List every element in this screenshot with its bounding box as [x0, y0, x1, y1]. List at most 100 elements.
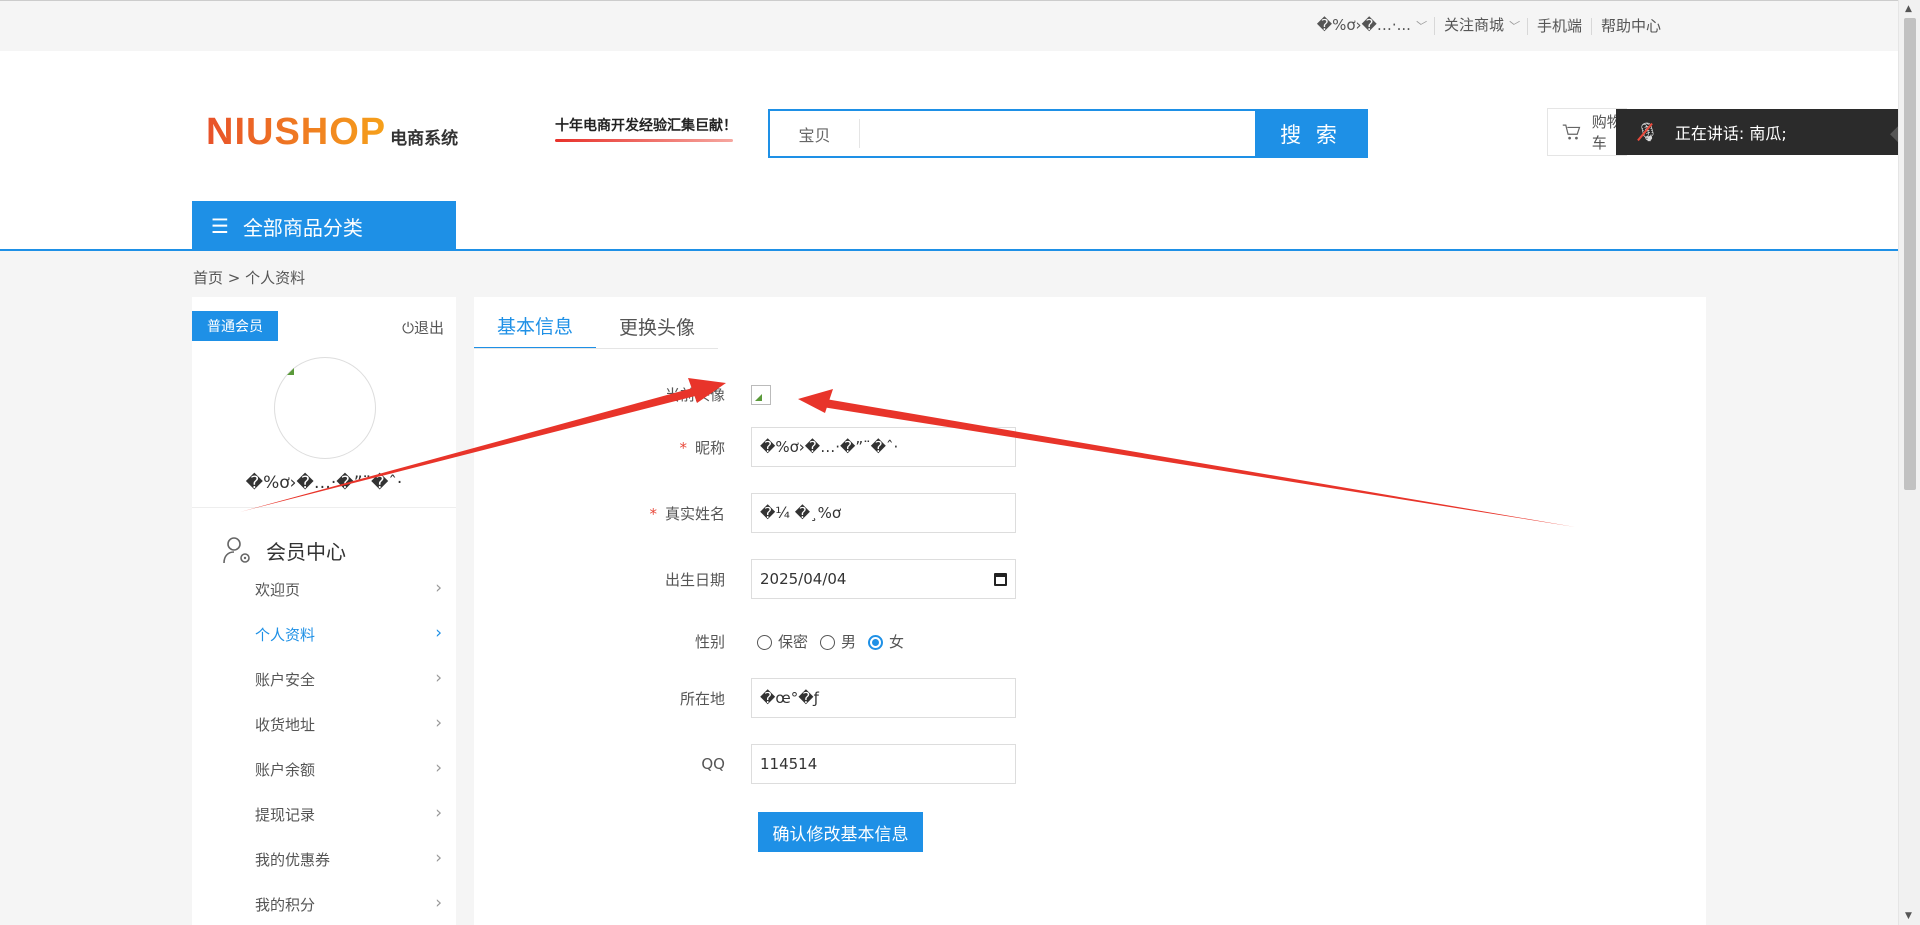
chevron-right-icon: ›	[435, 623, 442, 643]
site-logo[interactable]: NIUSHOP 电商系统	[206, 111, 458, 154]
gender-label: 性别	[694, 633, 725, 651]
sidebar-item-withdrawals[interactable]: 提现记录 ›	[192, 792, 456, 837]
scroll-down-icon[interactable]: ▼	[1905, 911, 1912, 921]
avatar-label: 当前头像	[664, 386, 725, 404]
nickname-label-text: 昵称	[694, 438, 725, 457]
birthday-value: 2025/04/04	[760, 570, 847, 588]
mobile-link[interactable]: 手机端	[1526, 17, 1591, 35]
birthday-row: 出生日期 2025/04/04	[474, 559, 1016, 599]
help-center-link[interactable]: 帮助中心	[1590, 17, 1670, 35]
chevron-right-icon: ›	[435, 893, 442, 913]
save-basic-info-button[interactable]: 确认修改基本信息	[758, 812, 923, 852]
location-field[interactable]: �œ°�ƒ	[751, 678, 1016, 718]
location-row: 所在地 �œ°�ƒ	[474, 678, 1016, 718]
sidebar-item-label: 账户余额	[255, 761, 316, 779]
avatar	[274, 357, 376, 459]
required-mark: *	[649, 504, 657, 523]
tab-basic-info[interactable]: 基本信息	[474, 303, 596, 349]
chevron-right-icon: ›	[435, 848, 442, 868]
gender-option-secret[interactable]: 保密	[757, 631, 808, 652]
follow-store-label: 关注商城	[1443, 16, 1504, 34]
nickname-label: * 昵称	[474, 437, 725, 458]
user-menu[interactable]: �%ơ›�…·... ﹀	[1308, 17, 1434, 35]
nickname-row: * 昵称 �%ơ›�…·�”¨�ˆ·	[474, 427, 1016, 467]
sidebar-item-label: 提现记录	[255, 806, 316, 824]
profile-tabs: 基本信息 更换头像	[474, 303, 718, 349]
top-links: �%ơ›�…·... ﹀ 关注商城 ﹀ 手机端 帮助中心	[1308, 17, 1670, 35]
scrollbar-thumb[interactable]	[1904, 18, 1916, 490]
profile-panel: 基本信息 更换头像 当前头像 * 昵称 �%ơ›�…·�”¨�ˆ· * 真实姓名 �…	[474, 297, 1706, 925]
scrollbar[interactable]: ▲ ▼	[1898, 0, 1920, 925]
voice-chat-overlay: 🎙 正在讲话: 南瓜; ◆◆	[1616, 109, 1920, 155]
radio-selected-icon	[868, 635, 884, 650]
chevron-right-icon: ›	[435, 668, 442, 688]
calendar-icon[interactable]	[994, 572, 1007, 586]
realname-row: * 真实姓名 �¼ �¸%ơ	[474, 493, 1016, 533]
chevron-down-icon: ﹀	[1506, 20, 1518, 33]
cart-icon	[1562, 124, 1581, 140]
sidebar-item-coupons[interactable]: 我的优惠券 ›	[192, 837, 456, 882]
sidebar-item-label: 欢迎页	[255, 581, 301, 599]
sidebar-item-address[interactable]: 收货地址 ›	[192, 702, 456, 747]
member-center-heading: 会员中心	[222, 535, 346, 565]
scroll-up-icon[interactable]: ▲	[1905, 4, 1912, 14]
birthday-field[interactable]: 2025/04/04	[751, 559, 1016, 599]
gender-row: 性别 保密 男 女	[474, 631, 904, 652]
logout-button[interactable]: ⏻退出	[402, 317, 444, 338]
chevron-down-icon: ﹀	[1413, 20, 1425, 33]
broken-image-icon	[751, 384, 771, 405]
logo-brand: NIUSHOP	[206, 111, 387, 153]
qq-label: QQ	[701, 755, 725, 773]
all-categories-label: 全部商品分类	[242, 215, 363, 240]
sidebar-item-label: 账户安全	[255, 671, 316, 689]
gender-option-label: 男	[841, 633, 857, 651]
qq-field[interactable]: 114514	[751, 744, 1016, 784]
chevron-right-icon: ›	[435, 803, 442, 823]
speaking-label: 正在讲话: 南瓜;	[1674, 124, 1787, 143]
sidebar-item-label: 收货地址	[255, 716, 316, 734]
realname-label: * 真实姓名	[474, 503, 725, 524]
sidebar-item-security[interactable]: 账户安全 ›	[192, 657, 456, 702]
sidebar-item-points[interactable]: 我的积分 ›	[192, 882, 456, 925]
search-category[interactable]: 宝贝	[770, 119, 860, 148]
sidebar: 普通会员 ⏻退出 �%ơ›�…·�”¨�ˆ· 会员中心 欢迎页 › 个人资料 › 账…	[192, 297, 456, 925]
chevron-right-icon: ›	[435, 758, 442, 778]
mic-muted-icon[interactable]: 🎙	[1636, 122, 1659, 143]
gender-option-label: 保密	[778, 633, 809, 651]
gender-option-female[interactable]: 女	[868, 631, 904, 652]
username: �%ơ›�…·�”¨�ˆ·	[245, 473, 403, 493]
header: NIUSHOP 电商系统 十年电商开发经验汇集巨献！ 宝贝 搜 索 购物车 ☰ …	[0, 51, 1898, 251]
chevron-right-icon: ›	[435, 713, 442, 733]
search-button[interactable]: 搜 索	[1255, 111, 1366, 156]
gender-option-male[interactable]: 男	[820, 631, 856, 652]
all-categories-button[interactable]: ☰ 全部商品分类	[192, 201, 456, 251]
tab-change-avatar[interactable]: 更换头像	[596, 303, 718, 349]
qq-row: QQ 114514	[474, 744, 1016, 784]
sidebar-item-label: 个人资料	[255, 626, 316, 644]
gender-option-label: 女	[889, 633, 905, 651]
avatar-row: 当前头像	[474, 384, 771, 405]
sidebar-item-label: 我的优惠券	[255, 851, 331, 869]
search-bar: 宝贝 搜 索	[768, 109, 1368, 158]
sidebar-item-welcome[interactable]: 欢迎页 ›	[192, 567, 456, 612]
cart-button[interactable]: 购物车	[1547, 108, 1627, 156]
breadcrumb[interactable]: 首页 > 个人资料	[193, 267, 305, 288]
user-menu-label: �%ơ›�…·...	[1316, 16, 1411, 34]
slogan-text: 十年电商开发经验汇集巨献！	[555, 118, 737, 134]
realname-field[interactable]: �¼ �¸%ơ	[751, 493, 1016, 533]
nickname-field[interactable]: �%ơ›�…·�”¨�ˆ·	[751, 427, 1016, 467]
sidebar-item-balance[interactable]: 账户余额 ›	[192, 747, 456, 792]
follow-store-link[interactable]: 关注商城 ﹀	[1433, 16, 1527, 35]
sidebar-menu: 欢迎页 › 个人资料 › 账户安全 › 收货地址 › 账户余额 › 提现记录 › 我的优惠券…	[192, 567, 456, 925]
menu-icon: ☰	[211, 214, 229, 238]
required-mark: *	[679, 438, 687, 457]
sidebar-item-profile[interactable]: 个人资料 ›	[192, 612, 456, 657]
member-center-label: 会员中心	[266, 539, 346, 564]
realname-label-text: 真实姓名	[664, 504, 725, 523]
search-input[interactable]	[860, 111, 1255, 156]
birthday-label: 出生日期	[664, 570, 725, 589]
slogan-underline	[555, 139, 733, 142]
slogan: 十年电商开发经验汇集巨献！	[555, 115, 737, 142]
broken-image-icon	[287, 368, 294, 375]
member-level-badge: 普通会员	[192, 311, 278, 341]
